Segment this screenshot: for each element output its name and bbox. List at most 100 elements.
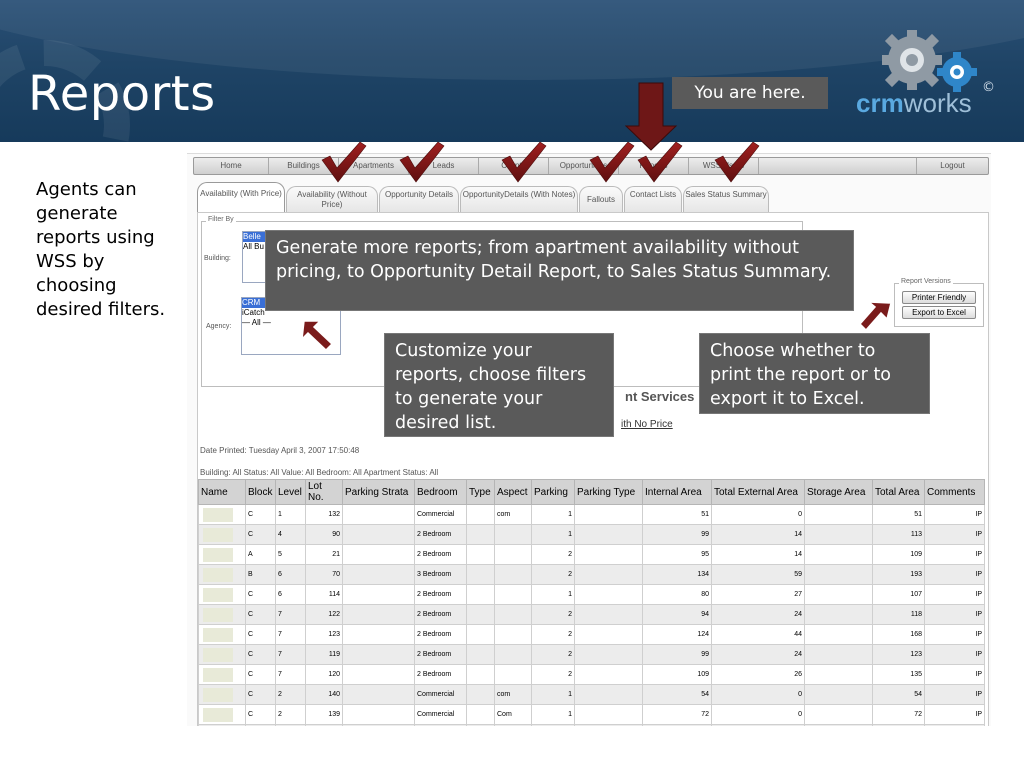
- table-cell: C: [245, 664, 276, 685]
- name-placeholder: [203, 607, 233, 622]
- table-cell: 2: [531, 544, 575, 565]
- table-cell: com: [494, 684, 532, 705]
- table-cell: 2: [275, 704, 306, 725]
- table-cell: [574, 564, 643, 585]
- tab-availability-without-price[interactable]: Availability (Without Price): [286, 186, 378, 212]
- table-row[interactable]: C 7 119 2 Bedroom 2 99 24 123 IP: [198, 644, 985, 665]
- nav-leads[interactable]: Leads: [409, 158, 479, 174]
- table-row[interactable]: C 6 114 2 Bedroom 1 80 27 107 IP: [198, 584, 985, 605]
- table-cell: 54: [872, 684, 925, 705]
- table-cell: B: [245, 564, 276, 585]
- table-cell: 95: [642, 544, 712, 565]
- table-cell: [872, 724, 925, 726]
- table-row[interactable]: C 4 90 2 Bedroom 1 99 14 113 IP: [198, 524, 985, 545]
- printer-friendly-button[interactable]: Printer Friendly: [902, 291, 976, 304]
- column-header[interactable]: Total External Area: [711, 479, 805, 505]
- name-placeholder: [203, 527, 233, 542]
- column-header[interactable]: Storage Area: [804, 479, 873, 505]
- column-header[interactable]: Internal Area: [642, 479, 712, 505]
- column-header[interactable]: Block: [245, 479, 276, 505]
- table-row[interactable]: C 2 139 Commercial Com 1 72 0 72 IP: [198, 704, 985, 725]
- tab-opportunity-details-with-notes[interactable]: OpportunityDetails (With Notes): [460, 186, 578, 212]
- name-cell: [198, 584, 246, 605]
- table-cell: [531, 724, 575, 726]
- table-cell: C: [245, 584, 276, 605]
- agency-option-selected[interactable]: CRM: [242, 298, 266, 308]
- table-cell: IP: [924, 544, 985, 565]
- table-cell: [466, 644, 495, 665]
- table-cell: IP: [924, 664, 985, 685]
- table-cell: 1: [531, 584, 575, 605]
- table-cell: A: [245, 544, 276, 565]
- tab-contact-lists[interactable]: Contact Lists: [624, 186, 682, 212]
- column-header[interactable]: Comments: [924, 479, 985, 505]
- table-cell: C: [245, 684, 276, 705]
- table-cell: [342, 664, 415, 685]
- table-cell: 1: [531, 504, 575, 525]
- table-cell: [342, 524, 415, 545]
- table-cell: 99: [642, 524, 712, 545]
- table-cell: 109: [872, 544, 925, 565]
- table-cell: 1: [275, 504, 306, 525]
- no-price-link[interactable]: ith No Price: [621, 419, 673, 430]
- table-row[interactable]: C 7 120 2 Bedroom 2 109 26 135 IP: [198, 664, 985, 685]
- table-cell: 51: [872, 504, 925, 525]
- table-cell: [494, 624, 532, 645]
- name-placeholder: [203, 587, 233, 602]
- nav-reports[interactable]: Reports: [619, 158, 689, 174]
- table-cell: 7: [275, 624, 306, 645]
- table-cell: C: [245, 604, 276, 625]
- table-cell: [342, 544, 415, 565]
- nav-home[interactable]: Home: [194, 158, 269, 174]
- table-cell: [642, 724, 712, 726]
- tab-opportunity-details[interactable]: Opportunity Details: [379, 186, 459, 212]
- nav-buildings[interactable]: Buildings: [269, 158, 339, 174]
- table-cell: [804, 584, 873, 605]
- nav-apartments[interactable]: Apartments: [339, 158, 409, 174]
- column-header[interactable]: Parking Strata: [342, 479, 415, 505]
- nav-opportunities[interactable]: Opportunities: [549, 158, 619, 174]
- tab-fallouts[interactable]: Fallouts: [579, 186, 623, 212]
- tab-sales-status-summary[interactable]: Sales Status Summary: [683, 186, 769, 212]
- table-cell: 132: [305, 504, 343, 525]
- agency-option-all[interactable]: — All —: [242, 318, 340, 328]
- column-header[interactable]: Parking: [531, 479, 575, 505]
- table-cell: 168: [872, 624, 925, 645]
- table-row[interactable]: C 1 132 Commercial com 1 51 0 51 IP: [198, 504, 985, 525]
- table-row[interactable]: C 7 123 2 Bedroom 2 124 44 168 IP: [198, 624, 985, 645]
- table-cell: 44: [711, 624, 805, 645]
- table-row[interactable]: C 7 122 2 Bedroom 2 94 24 118 IP: [198, 604, 985, 625]
- nav-wss-users[interactable]: WSS Users: [689, 158, 759, 174]
- column-header[interactable]: Total Area: [872, 479, 925, 505]
- table-row[interactable]: [198, 724, 985, 726]
- nav-clients[interactable]: Clients: [479, 158, 549, 174]
- table-cell: [574, 664, 643, 685]
- table-cell: [804, 544, 873, 565]
- table-cell: [494, 604, 532, 625]
- table-cell: 107: [872, 584, 925, 605]
- tab-availability-with-price[interactable]: Availability (With Price): [197, 182, 285, 212]
- table-cell: 2: [531, 564, 575, 585]
- table-cell: 123: [305, 624, 343, 645]
- table-row[interactable]: C 2 140 Commercial com 1 54 0 54 IP: [198, 684, 985, 705]
- table-cell: IP: [924, 524, 985, 545]
- column-header[interactable]: Name: [198, 479, 246, 505]
- table-cell: [342, 604, 415, 625]
- column-header[interactable]: Lot No.: [305, 479, 343, 505]
- name-cell: [198, 664, 246, 685]
- table-cell: [494, 644, 532, 665]
- agency-label: Agency:: [206, 323, 232, 330]
- table-cell: Commercial: [414, 504, 467, 525]
- table-row[interactable]: A 5 21 2 Bedroom 2 95 14 109 IP: [198, 544, 985, 565]
- top-nav-bar: Home Buildings Apartments Leads Clients …: [193, 157, 989, 175]
- nav-logout[interactable]: Logout: [916, 158, 988, 174]
- column-header[interactable]: Aspect: [494, 479, 532, 505]
- column-header[interactable]: Bedroom: [414, 479, 467, 505]
- export-to-excel-button[interactable]: Export to Excel: [902, 306, 976, 319]
- column-header[interactable]: Level: [275, 479, 306, 505]
- column-header[interactable]: Type: [466, 479, 495, 505]
- table-cell: [494, 524, 532, 545]
- column-header[interactable]: Parking Type: [574, 479, 643, 505]
- table-cell: [342, 564, 415, 585]
- table-row[interactable]: B 6 70 3 Bedroom 2 134 59 193 IP: [198, 564, 985, 585]
